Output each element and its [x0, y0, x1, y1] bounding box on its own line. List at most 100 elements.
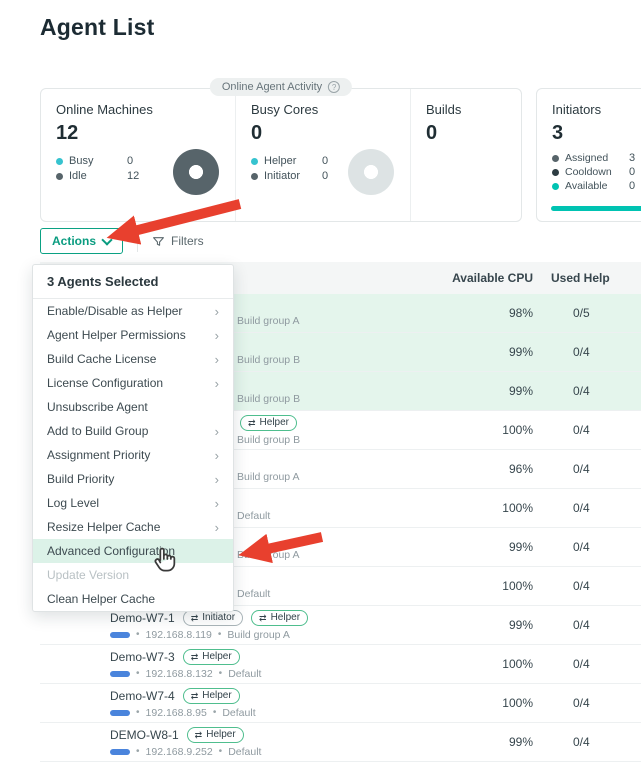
available-cpu-value: 100% — [428, 501, 533, 515]
agent-ip: 192.168.8.95 — [146, 707, 207, 719]
menu-item[interactable]: Unsubscribe Agent › — [33, 395, 233, 419]
submenu-arrow-icon: › — [215, 497, 219, 510]
legend-label: Cooldown — [565, 166, 623, 178]
menu-item-label: Advanced Configuration — [47, 544, 175, 558]
agent-badge: ⇄Helper — [187, 727, 244, 743]
online-machines-title: Online Machines — [56, 102, 220, 117]
menu-item[interactable]: Build Cache License › — [33, 347, 233, 371]
legend-value: 0 — [127, 155, 133, 167]
actions-button-label: Actions — [52, 234, 96, 248]
agent-badge: ⇄Helper — [183, 688, 240, 704]
agent-badge: ⇄Helper — [183, 649, 240, 665]
agent-group: Default — [222, 707, 255, 719]
menu-item[interactable]: Assignment Priority › — [33, 443, 233, 467]
menu-item[interactable]: Build Priority › — [33, 467, 233, 491]
builds-value: 0 — [426, 122, 506, 145]
toolbar: Actions Filters — [40, 228, 204, 254]
menu-items: Enable/Disable as Helper › Agent Helper … — [33, 299, 233, 611]
menu-item[interactable]: Advanced Configuration › — [33, 539, 233, 563]
used-helpers-value: 0/4 — [551, 618, 590, 632]
available-cpu-value: 99% — [428, 345, 533, 359]
menu-item-label: License Configuration — [47, 376, 163, 390]
menu-item[interactable]: Log Level › — [33, 491, 233, 515]
agent-group: Default — [237, 588, 270, 600]
agent-group: Default — [228, 746, 261, 758]
menu-item-label: Add to Build Group — [47, 424, 148, 438]
menu-item[interactable]: Resize Helper Cache › — [33, 515, 233, 539]
badge-icon: ⇄ — [248, 417, 256, 429]
badge-label: Helper — [260, 417, 289, 429]
available-cpu-value: 99% — [428, 735, 533, 749]
legend-item: Cooldown 0 — [552, 166, 641, 178]
submenu-arrow-icon: › — [215, 377, 219, 390]
agent-name: Demo-W7-1 — [110, 611, 175, 625]
used-helpers-value: 0/4 — [551, 540, 590, 554]
column-used-helpers[interactable]: Used Help — [551, 271, 641, 285]
bullet-separator: • — [136, 746, 140, 757]
legend-item: Assigned 3 — [552, 152, 641, 164]
toolbar-divider — [137, 230, 138, 252]
used-helpers-value: 0/4 — [551, 501, 590, 515]
menu-item-label: Unsubscribe Agent — [47, 400, 148, 414]
legend-label: Available — [565, 180, 623, 192]
submenu-arrow-icon: › — [215, 449, 219, 462]
badge-label: Initiator — [202, 612, 235, 624]
menu-item[interactable]: Add to Build Group › — [33, 419, 233, 443]
submenu-arrow-icon: › — [215, 425, 219, 438]
badge-icon: ⇄ — [195, 729, 203, 741]
available-cpu-value: 96% — [428, 462, 533, 476]
cpu-usage-bar-icon — [110, 749, 130, 755]
column-available-cpu[interactable]: Available CPU — [428, 271, 533, 285]
badge-label: Helper — [206, 729, 235, 741]
initiators-progress-bar — [551, 206, 641, 211]
menu-item[interactable]: Enable/Disable as Helper › — [33, 299, 233, 323]
cpu-usage-bar-icon — [110, 632, 130, 638]
bullet-separator: • — [136, 707, 140, 718]
table-row[interactable]: DEMO-W8-1 ⇄Helper ⇄ • 192.168.9.252 • De… — [40, 723, 641, 762]
actions-dropdown-menu: 3 Agents Selected Enable/Disable as Help… — [32, 264, 234, 612]
agent-group: Default — [228, 668, 261, 680]
legend-label: Helper — [264, 155, 316, 167]
chevron-down-icon — [101, 234, 112, 245]
cpu-usage-bar-icon — [110, 710, 130, 716]
menu-item[interactable]: Clean Helper Cache › — [33, 587, 233, 611]
agent-group: Build group B — [237, 354, 300, 366]
menu-item-label: Assignment Priority — [47, 448, 150, 462]
actions-button[interactable]: Actions — [40, 228, 123, 254]
menu-item[interactable]: License Configuration › — [33, 371, 233, 395]
builds-title: Builds — [426, 102, 506, 117]
agent-badge: ⇄Helper — [251, 610, 308, 626]
legend-dot-icon — [251, 173, 258, 180]
bullet-separator: • — [219, 746, 223, 757]
used-helpers-value: 0/4 — [551, 345, 590, 359]
busy-cores-donut-chart — [348, 149, 394, 195]
menu-header: 3 Agents Selected — [33, 265, 233, 299]
menu-item[interactable]: Update Version › — [33, 563, 233, 587]
menu-item-label: Update Version — [47, 568, 129, 582]
agent-ip: 192.168.8.132 — [146, 668, 213, 680]
used-helpers-value: 0/4 — [551, 657, 590, 671]
agent-group: Build group A — [237, 471, 299, 483]
agent-ip: 192.168.9.252 — [146, 746, 213, 758]
menu-item-label: Clean Helper Cache — [47, 592, 155, 606]
available-cpu-value: 100% — [428, 696, 533, 710]
online-machines-donut-chart — [173, 149, 219, 195]
legend-item: Available 0 — [552, 180, 641, 192]
filters-button[interactable]: Filters — [152, 234, 204, 248]
busy-cores-value: 0 — [251, 122, 395, 145]
table-row[interactable]: Demo-W7-4 ⇄Helper ⇄ • 192.168.8.95 • Def… — [40, 684, 641, 723]
agent-ip: 192.168.8.119 — [146, 629, 212, 641]
menu-item-label: Build Priority — [47, 472, 114, 486]
busy-cores-section: Busy Cores 0 Helper 0 Initiator 0 — [236, 89, 411, 221]
legend-label: Idle — [69, 170, 121, 182]
menu-item[interactable]: Agent Helper Permissions › — [33, 323, 233, 347]
used-helpers-value: 0/4 — [551, 735, 590, 749]
initiators-legend: Assigned 3 Cooldown 0 Available 0 — [552, 152, 641, 192]
online-machines-value: 12 — [56, 122, 220, 145]
bullet-separator: • — [213, 707, 217, 718]
agent-name: Demo-W7-3 — [110, 650, 175, 664]
menu-item-label: Enable/Disable as Helper — [47, 304, 182, 318]
table-row[interactable]: Demo-W7-3 ⇄Helper ⇄ • 192.168.8.132 • De… — [40, 645, 641, 684]
bullet-separator: • — [136, 668, 140, 679]
legend-dot-icon — [56, 158, 63, 165]
